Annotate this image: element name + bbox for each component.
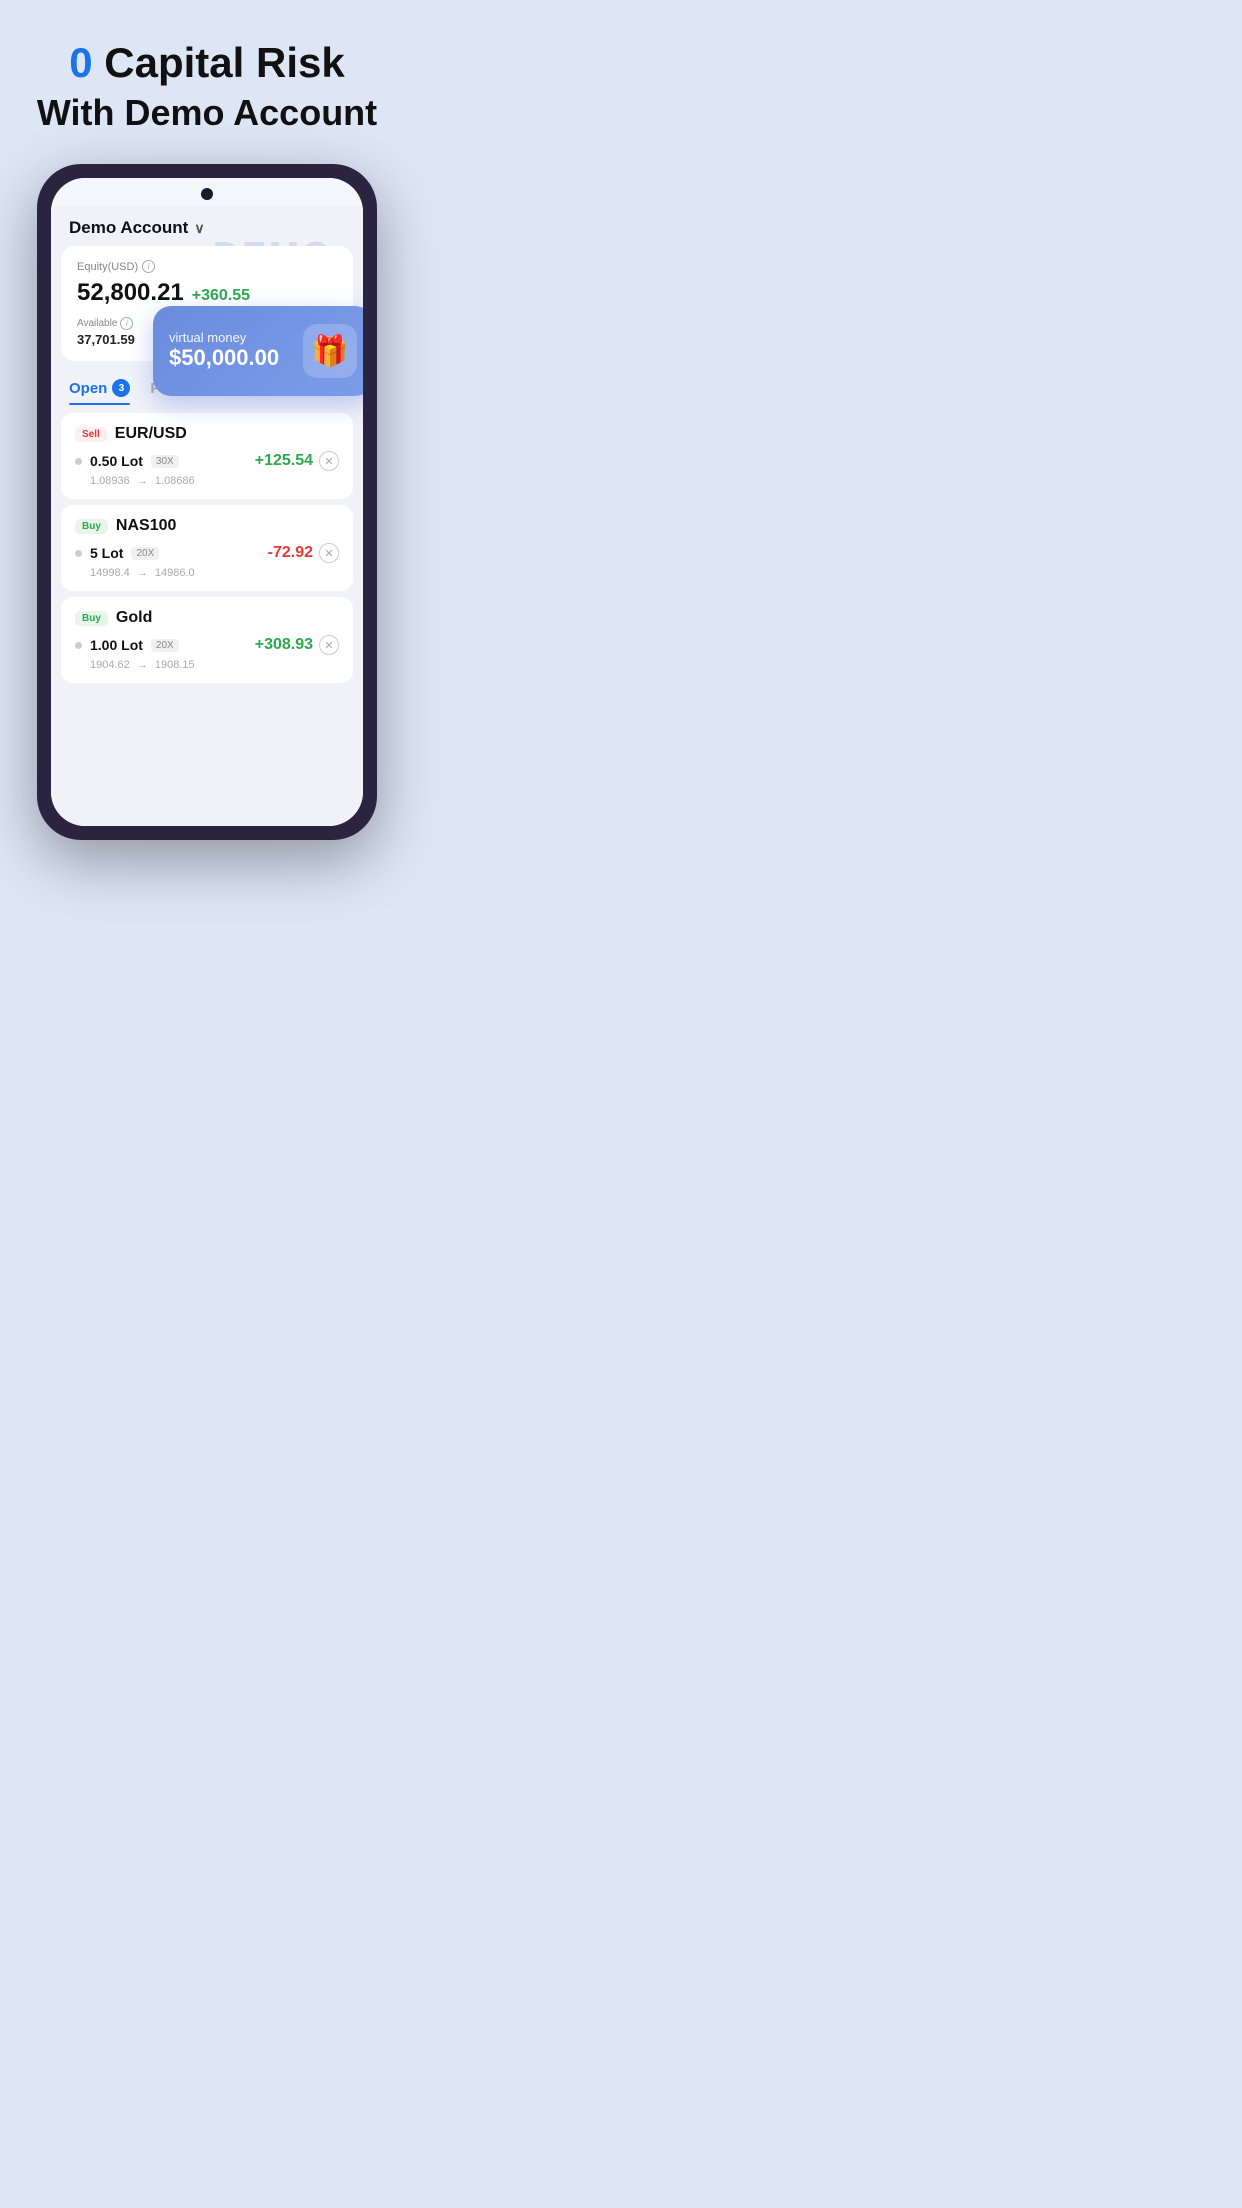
trade-type-buy-nas: Buy — [75, 519, 108, 534]
trade-symbol-eurusd: EUR/USD — [115, 425, 187, 443]
chevron-down-icon: ∨ — [194, 220, 204, 237]
virtual-money-label: virtual money — [169, 330, 279, 345]
pnl-gold: +308.93 — [255, 636, 313, 654]
trade-row-gold: 1.00 Lot 20X +308.93 ✕ — [75, 635, 339, 655]
trade-row-eurusd: 0.50 Lot 30X +125.54 ✕ — [75, 451, 339, 471]
hero-title-part1: Capital Risk — [104, 39, 344, 86]
available-info-icon[interactable]: i — [120, 317, 133, 330]
hero-subtitle: With Demo Account — [37, 92, 377, 134]
tab-open[interactable]: Open 3 — [69, 379, 130, 405]
trade-card-gold[interactable]: Buy Gold 1.00 Lot 20X +308.93 ✕ — [61, 597, 353, 683]
trade-card-nas100[interactable]: Buy NAS100 5 Lot 20X -72.92 ✕ — [61, 505, 353, 591]
close-button-nas100[interactable]: ✕ — [319, 543, 339, 563]
dot-bullet-nas100 — [75, 550, 82, 557]
phone-camera-area — [51, 178, 363, 206]
trade-left-gold: 1.00 Lot 20X — [75, 637, 179, 653]
pnl-eurusd: +125.54 — [255, 452, 313, 470]
virtual-money-popup[interactable]: virtual money $50,000.00 🎁 — [153, 306, 363, 396]
lot-eurusd: 0.50 Lot — [90, 453, 143, 469]
trade-row-nas100: 5 Lot 20X -72.92 ✕ — [75, 543, 339, 563]
available-detail: Available i 37,701.59 — [77, 317, 135, 347]
close-button-gold[interactable]: ✕ — [319, 635, 339, 655]
trade-header-nas100: Buy NAS100 — [75, 517, 339, 535]
leverage-eurusd: 30X — [151, 455, 179, 468]
equity-value: 52,800.21 — [77, 279, 184, 307]
hero-zero: 0 — [69, 39, 92, 86]
prices-nas100: 14998.4 → 14986.0 — [90, 567, 339, 579]
close-button-eurusd[interactable]: ✕ — [319, 451, 339, 471]
trade-header-eurusd: Sell EUR/USD — [75, 425, 339, 443]
lot-nas100: 5 Lot — [90, 545, 123, 561]
virtual-money-text: virtual money $50,000.00 — [169, 330, 279, 371]
virtual-money-amount: $50,000.00 — [169, 345, 279, 371]
prices-gold: 1904.62 → 1908.15 — [90, 659, 339, 671]
trade-left-eurusd: 0.50 Lot 30X — [75, 453, 179, 469]
trade-type-buy-gold: Buy — [75, 611, 108, 626]
trade-symbol-gold: Gold — [116, 609, 152, 627]
trade-list: Sell EUR/USD 0.50 Lot 30X +125.54 ✕ — [51, 405, 363, 691]
gift-icon: 🎁 — [303, 324, 357, 378]
leverage-gold: 20X — [151, 639, 179, 652]
equity-label: Equity(USD) i — [77, 260, 337, 273]
equity-info-icon[interactable]: i — [142, 260, 155, 273]
phone-frame: Demo Account ∨ DEMO Equity(USD) i 52,800… — [37, 164, 377, 840]
dot-bullet-gold — [75, 642, 82, 649]
trade-header-gold: Buy Gold — [75, 609, 339, 627]
lot-gold: 1.00 Lot — [90, 637, 143, 653]
camera-dot — [201, 188, 213, 200]
tab-open-badge: 3 — [112, 379, 130, 397]
available-value: 37,701.59 — [77, 332, 135, 347]
pnl-nas100: -72.92 — [268, 544, 313, 562]
account-selector[interactable]: Demo Account ∨ — [69, 218, 205, 238]
tab-open-label: Open — [69, 380, 107, 397]
account-label: Demo Account — [69, 218, 188, 238]
trade-left-nas100: 5 Lot 20X — [75, 545, 159, 561]
trade-symbol-nas100: NAS100 — [116, 517, 176, 535]
prices-eurusd: 1.08936 → 1.08686 — [90, 475, 339, 487]
dot-bullet-eurusd — [75, 458, 82, 465]
hero-section: 0 Capital Risk With Demo Account — [37, 40, 377, 134]
leverage-nas100: 20X — [131, 547, 159, 560]
equity-change: +360.55 — [192, 287, 250, 305]
app-header: Demo Account ∨ — [51, 206, 363, 246]
trade-type-sell: Sell — [75, 427, 107, 442]
trade-card-eurusd[interactable]: Sell EUR/USD 0.50 Lot 30X +125.54 ✕ — [61, 413, 353, 499]
